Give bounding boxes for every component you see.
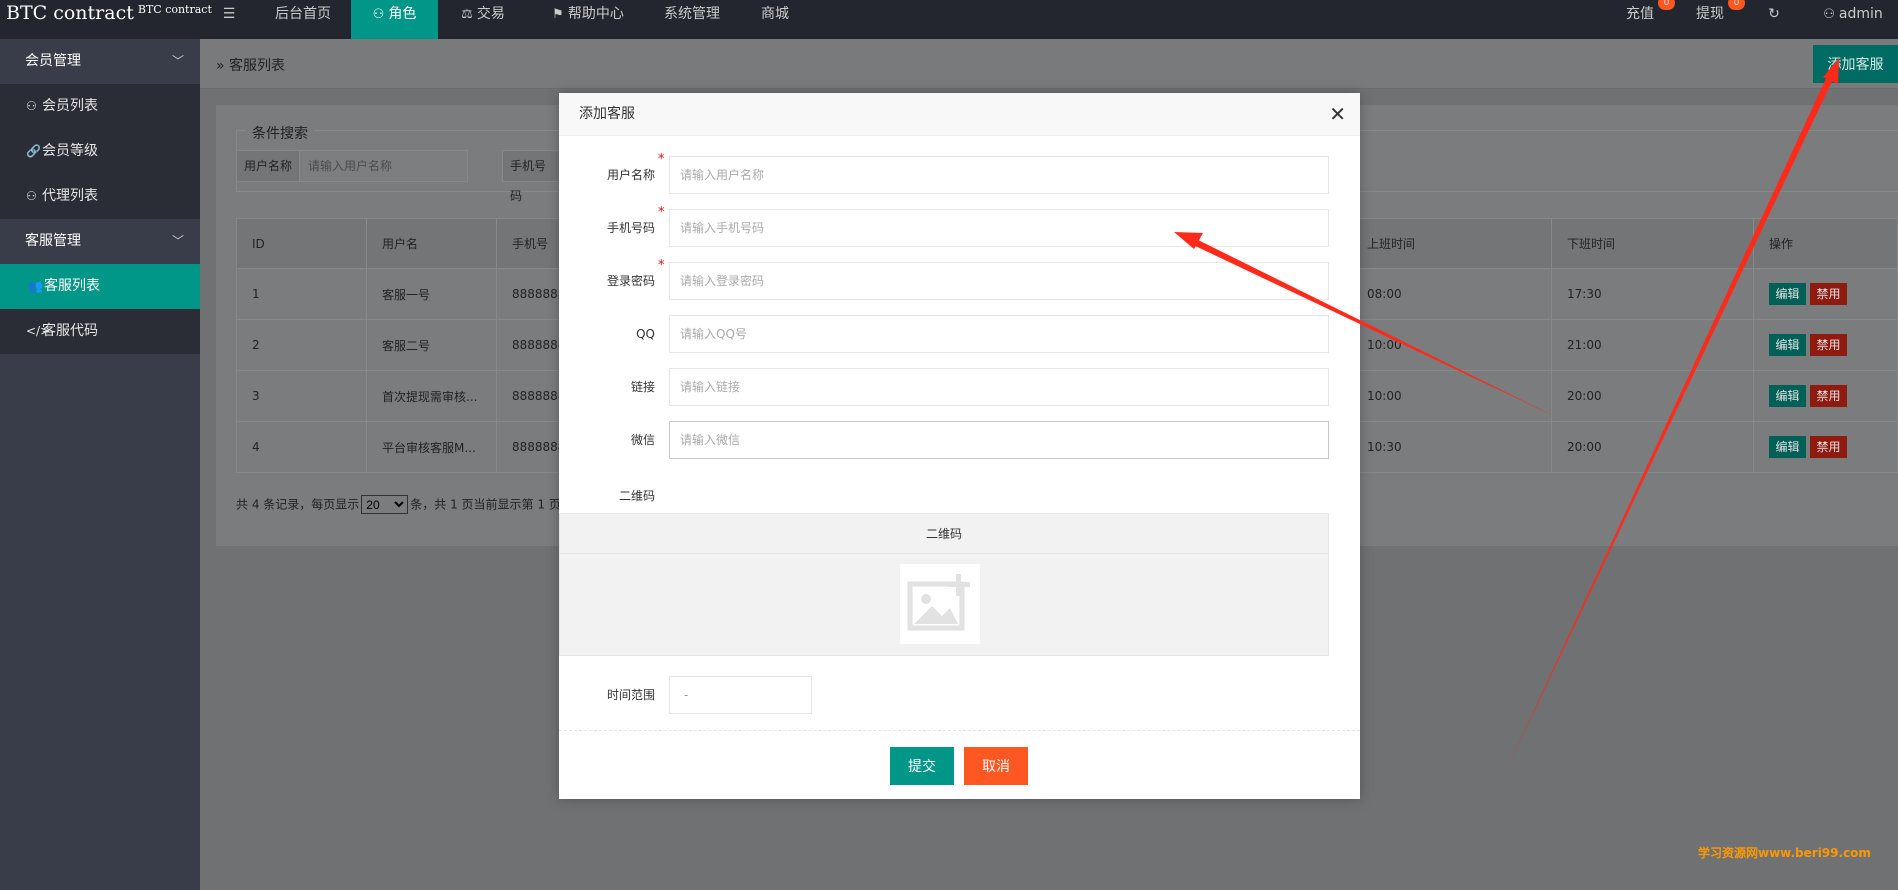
sidebar-item-agent-list[interactable]: ⚇ 代理列表: [0, 174, 200, 219]
form-row-username: 用户名称 *: [559, 152, 1360, 194]
code-icon: </>: [26, 324, 51, 338]
nav-home[interactable]: 后台首页: [255, 0, 351, 39]
column-header: 下班时间: [1551, 218, 1754, 269]
sidebar-item-service-list[interactable]: 👥客服列表: [0, 264, 200, 309]
dialog-footer: 提交 取消: [559, 730, 1360, 799]
nav-trade[interactable]: ⚖ 交易: [438, 0, 528, 39]
username-input[interactable]: [669, 156, 1329, 194]
search-username[interactable]: 用户名称 请输入用户名称: [236, 150, 468, 182]
add-service-dialog: 添加客服 ✕ 用户名称 * 手机号码 * 登录密码 * QQ 链接 微信 二维码…: [559, 93, 1360, 799]
breadcrumb: » 客服列表: [216, 58, 286, 74]
user-icon: ⚇: [26, 189, 37, 203]
refresh-icon: ↻: [1768, 6, 1780, 22]
menu-toggle-button[interactable]: ☰: [208, 0, 250, 39]
recharge-badge: 0: [1658, 0, 1675, 10]
users-icon: 👥: [28, 279, 43, 293]
user-menu[interactable]: ⚇ admin: [1808, 0, 1898, 39]
sidebar-item-member-level[interactable]: 🔗会员等级: [0, 129, 200, 174]
flag-icon: ⚑: [552, 7, 564, 22]
top-header: BTC contract BTC contract ☰ 后台首页 ⚇ 角色 ⚖ 交易 …: [0, 0, 1898, 39]
phone-input[interactable]: [669, 209, 1329, 247]
dialog-header: 添加客服 ✕: [559, 93, 1360, 136]
column-header: 上班时间: [1351, 218, 1552, 269]
column-header: 操作: [1753, 218, 1898, 269]
chevron-down-icon: ﹀: [171, 54, 184, 68]
required-mark: *: [658, 152, 665, 167]
qr-upload-area[interactable]: 二维码: [559, 513, 1329, 656]
form-row-password: 登录密码 *: [559, 258, 1360, 300]
nav-help-center[interactable]: ⚑ 帮助中心: [532, 0, 644, 39]
form-row-time-range: 时间范围 -: [559, 676, 1360, 714]
form-row-phone: 手机号码 *: [559, 205, 1360, 247]
nav-system-settings[interactable]: 系统管理: [648, 0, 736, 39]
form-row-qq: QQ: [559, 315, 1360, 353]
withdraw-badge: 0: [1728, 0, 1745, 10]
chevron-down-icon: ﹀: [171, 234, 184, 248]
qr-label: 二维码: [618, 489, 655, 503]
scale-icon: ⚖: [461, 7, 473, 22]
link-input[interactable]: [669, 368, 1329, 406]
refresh-button[interactable]: ↻: [1752, 0, 1796, 39]
search-phone[interactable]: 手机号码: [502, 150, 562, 203]
password-input[interactable]: [669, 262, 1329, 300]
image-add-icon[interactable]: [900, 564, 980, 644]
qr-title: 二维码: [560, 514, 1328, 554]
time-range-input[interactable]: -: [669, 676, 812, 714]
link-icon: 🔗: [26, 144, 41, 158]
page-size-select[interactable]: 20: [361, 495, 409, 514]
ban-button[interactable]: 禁用: [1810, 385, 1847, 407]
sidebar: 会员管理 ﹀ ⚇ 会员列表 🔗会员等级 ⚇ 代理列表 客服管理 ﹀ 👥客服列表 </>客…: [0, 39, 200, 890]
required-mark: *: [658, 258, 665, 273]
edit-button[interactable]: 编辑: [1769, 436, 1806, 458]
user-icon: ⚇: [372, 7, 385, 22]
required-mark: *: [658, 205, 665, 220]
logo: BTC contract BTC contract: [6, 2, 212, 24]
close-icon[interactable]: ✕: [1329, 93, 1346, 136]
column-header: 用户名: [366, 218, 497, 269]
watermark: 学习资源网www.beri99.com: [1698, 846, 1871, 860]
ban-button[interactable]: 禁用: [1810, 334, 1847, 356]
submit-button[interactable]: 提交: [890, 747, 954, 785]
user-icon: ⚇: [1823, 7, 1835, 22]
sidebar-group-members[interactable]: 会员管理 ﹀: [0, 39, 200, 84]
user-icon: ⚇: [26, 99, 37, 113]
cancel-button[interactable]: 取消: [964, 747, 1028, 785]
pagination: 共 4 条记录，每页显示 20 条，共 1 页当前显示第 1 页: [236, 495, 561, 514]
recharge-link[interactable]: 充值 0: [1610, 0, 1675, 39]
ban-button[interactable]: 禁用: [1810, 283, 1847, 305]
form-row-link: 链接: [559, 368, 1360, 406]
withdraw-link[interactable]: 提现 0: [1680, 0, 1745, 39]
wechat-input[interactable]: [669, 421, 1329, 459]
breadcrumb-bar: » 客服列表 添加客服: [200, 39, 1898, 89]
nav-mall[interactable]: 商城: [740, 0, 810, 39]
menu-fold-icon: ☰: [222, 6, 236, 22]
search-legend: 条件搜索: [246, 123, 314, 143]
edit-button[interactable]: 编辑: [1769, 385, 1806, 407]
sidebar-item-member-list[interactable]: ⚇ 会员列表: [0, 84, 200, 129]
double-chevron-icon: »: [216, 58, 225, 74]
add-service-button[interactable]: 添加客服: [1813, 45, 1898, 83]
sidebar-group-service[interactable]: 客服管理 ﹀: [0, 219, 200, 264]
sidebar-item-service-code[interactable]: </>客服代码: [0, 309, 200, 354]
edit-button[interactable]: 编辑: [1769, 334, 1806, 356]
edit-button[interactable]: 编辑: [1769, 283, 1806, 305]
form-row-wechat: 微信: [559, 421, 1360, 459]
column-header: ID: [236, 218, 367, 269]
qq-input[interactable]: [669, 315, 1329, 353]
nav-role[interactable]: ⚇ 角色: [351, 0, 438, 39]
dialog-title: 添加客服: [579, 106, 635, 122]
ban-button[interactable]: 禁用: [1810, 436, 1847, 458]
